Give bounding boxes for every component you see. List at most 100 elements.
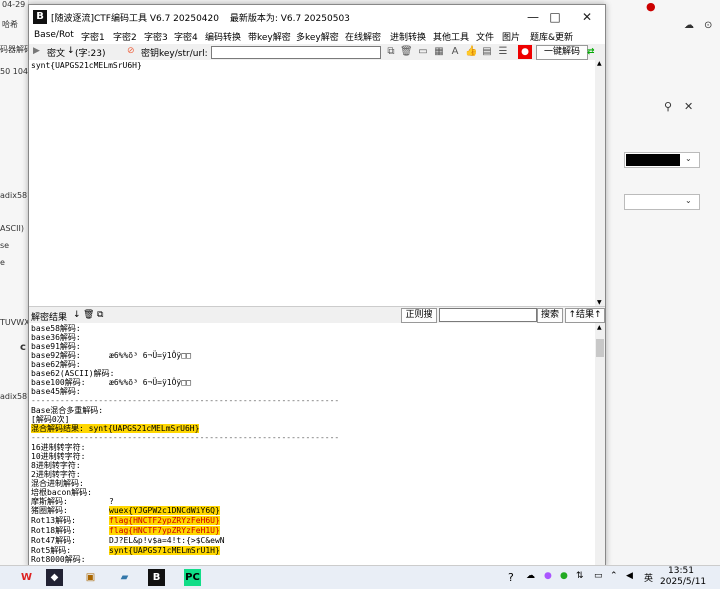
menu-file[interactable]: 文件	[476, 30, 494, 43]
regex-search-button[interactable]: 正则搜	[401, 308, 437, 323]
select-field[interactable]: ⌄	[624, 194, 700, 210]
title-bar[interactable]: B [随波逐流]CTF编码工具 V6.7 20250420 最新版本为: V6.…	[29, 5, 605, 29]
thumbs-up-icon[interactable]: 👍	[465, 46, 477, 58]
swap-arrows-icon[interactable]: ⇄	[587, 45, 603, 59]
menu-base-rot[interactable]: Base/Rot	[34, 30, 74, 40]
menu-tools[interactable]: 其他工具	[433, 30, 469, 43]
background-window-left: 04-29 哈希 码器解码 50 104 adix58) ASCII) se e…	[0, 0, 32, 565]
one-click-decode-button[interactable]: 一键解码	[536, 45, 588, 60]
play-icon[interactable]: ▶	[33, 46, 40, 56]
window-icon[interactable]: ▭	[417, 46, 429, 58]
menu-image[interactable]: 图片	[502, 30, 520, 43]
char-count: (字:23)	[75, 49, 106, 59]
info-icon[interactable]: ☰	[497, 46, 509, 58]
line-label: Rot47解码:	[31, 536, 76, 545]
bg-text: ASCII)	[0, 224, 24, 233]
output-line: 混合解码结果: synt{UAPGS21cMELmSrU6H}	[31, 424, 200, 433]
ciphertext-input[interactable]: synt{UAPGS21cMELmSrU6H}	[29, 60, 595, 306]
wechat-icon[interactable]: ●	[560, 571, 568, 581]
background-window-right: ● ☁ ⊙ ⚲ ✕ ⌄ ⌄	[604, 0, 720, 565]
menu-zimi4[interactable]: 字密4	[174, 30, 198, 43]
line-label: base62(ASCII)解码:	[31, 369, 115, 378]
close-icon[interactable]: ✕	[684, 100, 693, 113]
ime-indicator[interactable]: 英	[644, 571, 653, 584]
result-button[interactable]: ↑结果↑	[565, 308, 605, 323]
output-line: Rot5解码: synt{UAPGS71cMELmSrU1H}	[31, 546, 220, 555]
shield-app-icon[interactable]: ◆	[46, 569, 63, 586]
arrow-down-icon[interactable]: ↓	[73, 310, 81, 320]
chevron-down-icon: ⌄	[685, 196, 692, 205]
output-line: 猪圈解码: wuex{YJGPW2c1DNCdWiY6Q}	[31, 506, 220, 515]
regex-input[interactable]	[439, 308, 537, 322]
scroll-up-icon[interactable]: ▲	[597, 324, 602, 331]
grid-icon[interactable]: ▦	[433, 46, 445, 58]
bg-text: se	[0, 241, 10, 250]
output-line: 8进制转字符:	[31, 461, 81, 470]
menu-encoding[interactable]: 编码转换	[205, 30, 241, 43]
monitor-icon[interactable]: ▭	[594, 571, 603, 581]
menu-zimi1[interactable]: 字密1	[81, 30, 105, 43]
app-tray-icon[interactable]: ●	[544, 571, 552, 581]
line-label: base100解码:	[31, 378, 86, 387]
volume-icon[interactable]: ◀	[626, 571, 633, 581]
key-input[interactable]	[211, 46, 381, 59]
close-button[interactable]: ✕	[573, 5, 601, 29]
output-line: base62(ASCII)解码:	[31, 369, 114, 378]
wps-icon[interactable]: W	[18, 569, 35, 586]
output-scrollbar[interactable]: ▲	[595, 323, 605, 566]
line-value: synt{UAPGS71cMELmSrU1H}	[109, 546, 220, 555]
decode-output[interactable]: base58解码: base36解码: base91解码: base92解码: æ…	[29, 323, 595, 566]
line-label: Rot8000解码:	[31, 555, 86, 564]
pin-icon[interactable]: ⚲	[664, 100, 672, 113]
input-scrollbar[interactable]: ▲ ▼	[595, 60, 605, 306]
font-icon[interactable]: A	[449, 46, 461, 58]
pycharm-icon[interactable]: PC	[184, 569, 201, 586]
bugku-icon[interactable]: B	[148, 569, 165, 586]
copy-icon[interactable]: ⧉	[97, 310, 103, 320]
no-icon[interactable]: ⊘	[127, 46, 135, 56]
scroll-down-icon[interactable]: ▼	[597, 299, 602, 306]
help-icon[interactable]: ?	[508, 571, 514, 584]
line-value: æ6%%õ³ 6¬Ü=ÿ1Ôÿ□□	[109, 351, 191, 360]
copy-icon[interactable]: ⧉	[385, 46, 397, 58]
line-value: æ6%%õ³ 6¬Ü=ÿ1Ôÿ□□	[109, 378, 191, 387]
select-field[interactable]: ⌄	[624, 152, 700, 168]
menu-update[interactable]: 题库&更新	[530, 30, 573, 43]
line-label: 猪圈解码:	[31, 506, 68, 515]
maximize-button[interactable]: □	[541, 5, 569, 29]
clock-date[interactable]: 2025/5/11	[660, 577, 706, 587]
line-value: wuex{YJGPW2c1DNCdWiY6Q}	[109, 506, 220, 515]
line-label: Rot18解码:	[31, 526, 76, 535]
bg-text: adix58)	[0, 392, 31, 401]
stop-icon[interactable]: ●	[518, 45, 532, 59]
menu-multi-key[interactable]: 多key解密	[296, 30, 339, 43]
ciphertext-label: 密文	[47, 49, 66, 59]
output-line: 摩斯解码:?	[31, 497, 114, 506]
menu-radix[interactable]: 进制转换	[390, 30, 426, 43]
output-line: base92解码: æ6%%õ³ 6¬Ü=ÿ1Ôÿ□□	[31, 351, 191, 360]
trash-icon[interactable]: 🗑	[400, 46, 413, 58]
menu-zimi3[interactable]: 字密3	[144, 30, 168, 43]
cloud-icon[interactable]: ☁	[526, 571, 535, 581]
files-icon[interactable]: ▰	[116, 569, 133, 586]
result-button-label: 结果	[575, 310, 594, 320]
bg-text: c	[20, 342, 26, 353]
arrow-down-icon[interactable]: ↓	[67, 46, 75, 56]
trash-icon[interactable]: 🗑	[83, 310, 94, 320]
clock-time[interactable]: 13:51	[668, 566, 694, 576]
menu-key-decrypt[interactable]: 带key解密	[248, 30, 291, 43]
search-button[interactable]: 搜索	[537, 308, 563, 323]
bookmark-icon[interactable]: ▤	[481, 46, 493, 58]
browser-icon[interactable]: ▣	[82, 569, 99, 586]
output-line: [解码0次]	[31, 415, 69, 424]
menu-zimi2[interactable]: 字密2	[113, 30, 137, 43]
result-label: 解密结果	[31, 313, 68, 323]
scrollbar-thumb[interactable]	[596, 339, 604, 357]
network-icon[interactable]: ⇅	[576, 571, 584, 581]
redacted-block	[626, 154, 680, 166]
scroll-up-icon[interactable]: ▲	[597, 60, 602, 67]
flag-value: flag{HNCTF7ypZRYzFeH1U}	[109, 526, 220, 535]
menu-online[interactable]: 在线解密	[345, 30, 381, 43]
chevron-up-icon[interactable]: ⌃	[610, 571, 618, 581]
line-label: 16进制转字符:	[31, 443, 86, 452]
